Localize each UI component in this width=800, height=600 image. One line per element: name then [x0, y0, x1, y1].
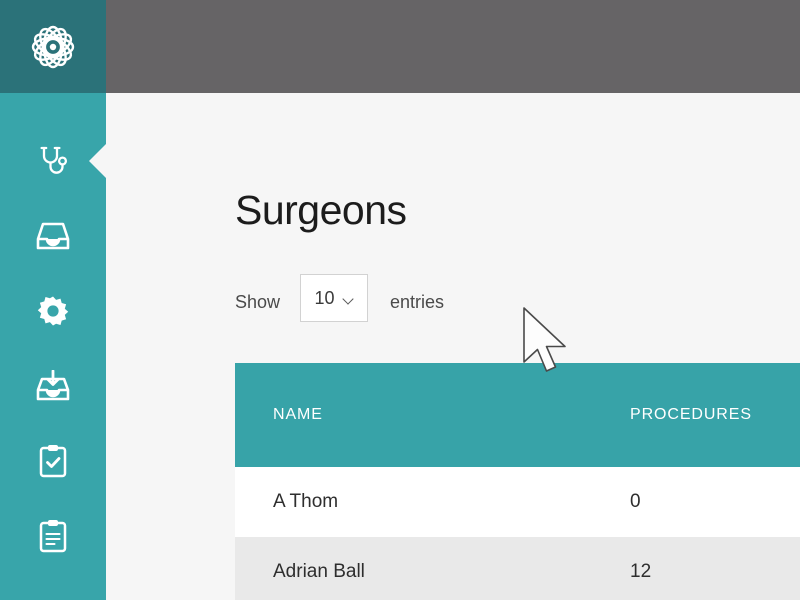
clipboard-check-icon: [39, 444, 67, 478]
chevron-down-icon: [343, 295, 354, 302]
cell-procedures: 12: [630, 561, 652, 582]
gear-icon: [37, 295, 69, 327]
inbox-download-icon: [36, 369, 70, 402]
entries-label: entries: [390, 291, 445, 312]
sidebar-nav: [0, 93, 106, 573]
entries-per-page-select[interactable]: 10: [300, 274, 369, 322]
sidebar-item-surgeons[interactable]: [0, 123, 106, 198]
clipboard-list-icon: [39, 519, 67, 553]
page-title: Surgeons: [235, 187, 407, 233]
sidebar-item-inbox[interactable]: [0, 198, 106, 273]
atom-icon: [25, 19, 81, 75]
cell-name: A Thom: [273, 491, 339, 512]
table-row[interactable]: A Thom 0: [235, 467, 800, 537]
stethoscope-icon: [36, 144, 70, 178]
main-content: Surgeons Show 10 entries NAME PROCEDURES…: [106, 93, 800, 600]
app-root: Surgeons Show 10 entries NAME PROCEDURES…: [0, 0, 800, 600]
sidebar-item-settings[interactable]: [0, 273, 106, 348]
app-logo[interactable]: [0, 0, 106, 93]
sidebar-item-tasks[interactable]: [0, 423, 106, 498]
cell-procedures: 0: [630, 491, 641, 512]
sidebar: [0, 0, 106, 600]
inbox-tray-icon: [36, 221, 70, 251]
cell-name: Adrian Ball: [273, 561, 365, 582]
entries-per-page-value: 10: [314, 287, 335, 308]
sidebar-item-downloads[interactable]: [0, 348, 106, 423]
table-row[interactable]: Adrian Ball 12: [235, 537, 800, 600]
column-header-name[interactable]: NAME: [235, 406, 620, 424]
sidebar-item-reports[interactable]: [0, 498, 106, 573]
show-label: Show: [235, 291, 281, 312]
column-header-procedures[interactable]: PROCEDURES: [620, 406, 800, 424]
surgeons-table: NAME PROCEDURES A Thom 0 Adrian Ball 12: [235, 363, 800, 600]
top-bar: [106, 0, 800, 93]
table-header-row: NAME PROCEDURES: [235, 363, 800, 467]
table-length-control: Show 10 entries: [235, 274, 445, 326]
